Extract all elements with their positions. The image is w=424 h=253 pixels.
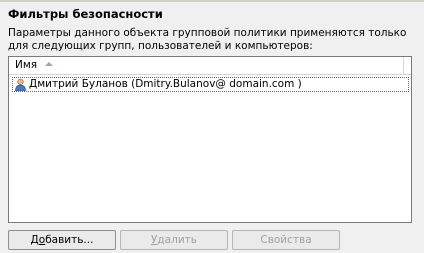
delete-button[interactable]: Удалить <box>120 230 228 250</box>
sort-ascending-icon <box>45 62 54 66</box>
list-item[interactable]: Дмитрий Буланов (Dmitry.Bulanov@ domain.… <box>12 77 409 92</box>
column-header-name[interactable]: Имя <box>9 57 404 74</box>
section-description: Параметры данного объекта групповой поли… <box>8 27 418 53</box>
list-header: Имя <box>9 57 411 75</box>
list-item-label: Дмитрий Буланов (Dmitry.Bulanov@ domain.… <box>29 78 302 90</box>
column-header-label: Имя <box>15 59 38 71</box>
user-icon <box>15 78 26 91</box>
add-button-label-start: Д <box>30 234 39 246</box>
top-border <box>0 0 424 2</box>
description-line-2: для следующих групп, пользователей и ком… <box>8 40 313 52</box>
section-title: Фильтры безопасности <box>8 7 163 21</box>
security-filter-list[interactable]: Имя Дмитрий Буланов (Dmitry.Bulanov@ dom… <box>8 56 412 223</box>
delete-button-label-end: далить <box>157 234 197 246</box>
add-button[interactable]: Добавить... <box>8 230 116 250</box>
properties-button[interactable]: Свойства <box>232 230 340 250</box>
add-button-label-end: бавить... <box>45 234 94 246</box>
description-line-1: Параметры данного объекта групповой поли… <box>8 27 407 39</box>
